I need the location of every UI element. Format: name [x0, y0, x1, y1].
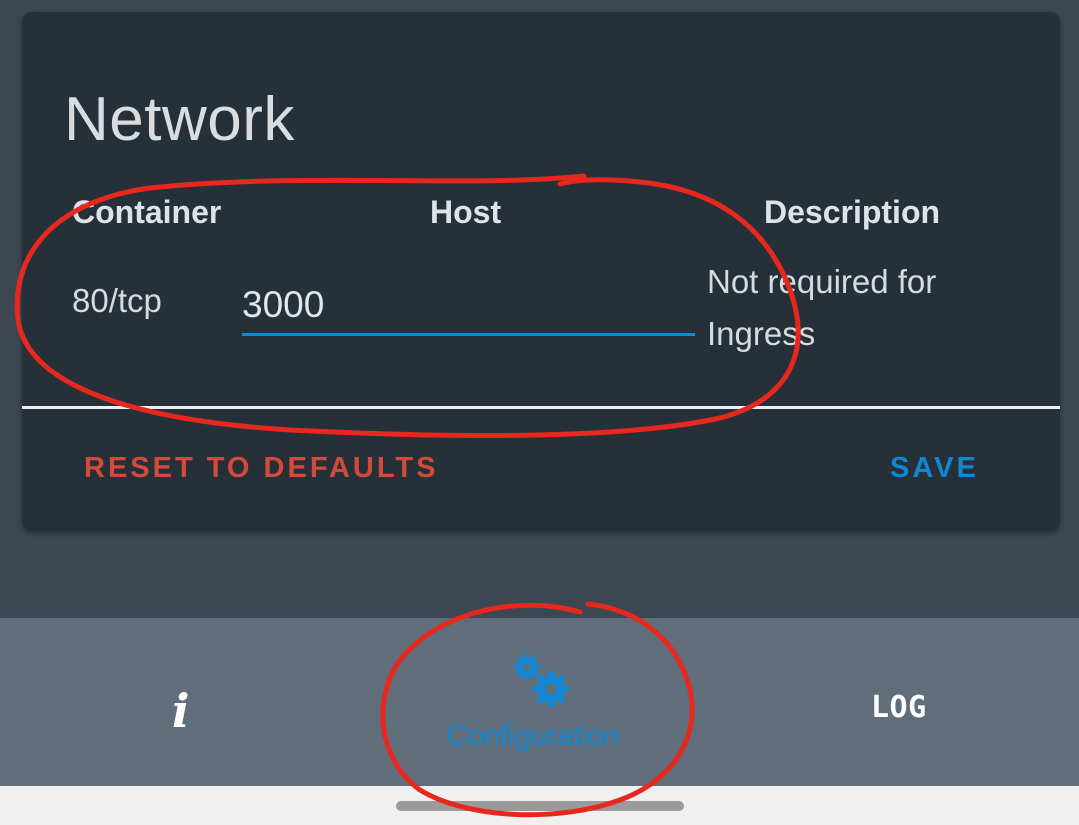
column-header-container: Container	[72, 194, 222, 230]
card-divider	[22, 406, 1060, 409]
system-gesture-area	[0, 786, 1079, 825]
column-header-host: Host	[430, 194, 502, 230]
reset-to-defaults-button[interactable]: RESET TO DEFAULTS	[84, 452, 438, 485]
container-port: 80/tcp	[72, 282, 162, 319]
configuration-label: Configuration	[447, 720, 620, 752]
card-title: Network	[64, 85, 295, 154]
column-header-description: Description	[764, 194, 941, 230]
host-port-field[interactable]	[242, 274, 695, 336]
nav-configuration-tab[interactable]: Configuration	[420, 618, 660, 786]
network-card: Network Container Host Description 80/tc…	[22, 12, 1060, 531]
info-icon: i	[172, 684, 190, 738]
gesture-handle[interactable]	[396, 801, 684, 811]
log-label: LOG	[871, 690, 927, 725]
bottom-navigation: i Configuration LOG	[0, 618, 1079, 786]
port-description: Not required for Ingress	[707, 263, 937, 352]
nav-log-tab[interactable]: LOG	[840, 618, 960, 786]
host-port-input[interactable]	[242, 274, 695, 330]
nav-info-tab[interactable]: i	[130, 618, 240, 786]
cogs-icon	[514, 654, 569, 707]
save-button[interactable]: SAVE	[890, 452, 979, 485]
